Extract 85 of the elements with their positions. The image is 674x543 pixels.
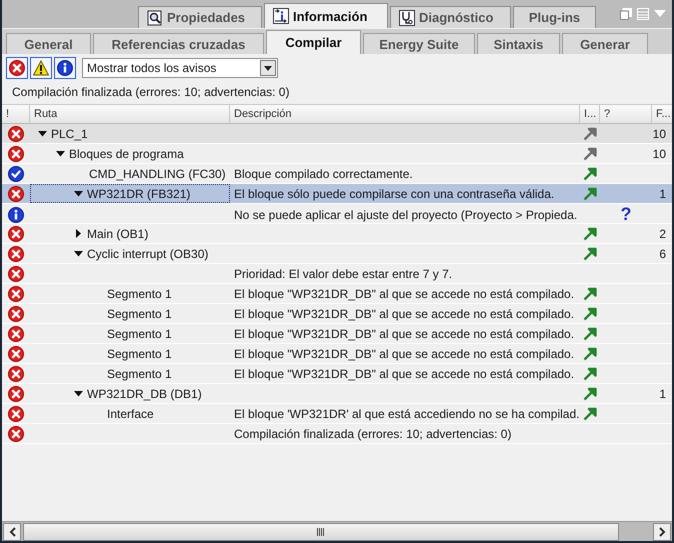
inspector-tab[interactable]: Información bbox=[264, 3, 388, 28]
message-text: No se puede aplicar el ajuste del proyecto (Proyecto > Propieda. bbox=[234, 208, 578, 222]
go-to-arrow-icon[interactable] bbox=[583, 386, 597, 400]
column-header[interactable]: F... bbox=[652, 105, 672, 123]
tree-item[interactable]: Bloques de programa bbox=[69, 146, 184, 160]
grip-icon bbox=[317, 528, 325, 536]
message-text: Prioridad: El valor debe estar entre 7 y 7. bbox=[234, 266, 452, 280]
tree-item[interactable]: Main (OB1) bbox=[87, 226, 148, 240]
tab[interactable]: Compilar bbox=[266, 30, 361, 54]
message-text: Compilación finalizada (errores: 10; advertencias: 0) bbox=[234, 426, 512, 440]
tree-item[interactable]: WP321DR (FB321) bbox=[87, 186, 190, 200]
tree-item[interactable]: Segmento 1 bbox=[107, 286, 172, 300]
info-arrows-icon bbox=[273, 8, 289, 24]
go-to-arrow-icon[interactable] bbox=[583, 286, 597, 300]
collapse-triangle-icon[interactable] bbox=[56, 150, 65, 156]
magnifier-document-icon bbox=[147, 10, 163, 26]
collapse-triangle-icon[interactable] bbox=[74, 250, 83, 256]
tree-item[interactable]: Segmento 1 bbox=[107, 306, 172, 320]
scroll-right-button[interactable] bbox=[653, 522, 671, 540]
go-to-arrow-icon[interactable] bbox=[583, 246, 597, 260]
tab[interactable]: Generar bbox=[562, 33, 648, 54]
inspector-tab[interactable]: Propiedades bbox=[138, 6, 262, 28]
info-icon bbox=[57, 60, 73, 76]
message-text: El bloque "WP321DR_DB" al que se accede no está compilado. bbox=[234, 366, 574, 380]
error-icon bbox=[9, 60, 25, 76]
count-text: 1 bbox=[659, 186, 666, 200]
expand-triangle-icon[interactable] bbox=[74, 229, 83, 238]
count-text: 2 bbox=[659, 226, 666, 240]
tree-item[interactable]: CMD_HANDLING (FC30) bbox=[89, 166, 226, 180]
dropdown-caret-icon bbox=[264, 66, 272, 70]
message-text: El bloque "WP321DR_DB" al que se accede no está compilado. bbox=[234, 306, 574, 320]
scrollbar-thumb[interactable] bbox=[23, 522, 619, 540]
column-header[interactable]: ! bbox=[2, 105, 30, 123]
go-to-arrow-icon[interactable] bbox=[583, 186, 597, 200]
inspector-tab[interactable]: Diagnóstico bbox=[390, 6, 511, 28]
tree-item[interactable]: Segmento 1 bbox=[107, 346, 172, 360]
inspector-tab[interactable]: Plug-ins bbox=[513, 6, 596, 28]
collapse-triangle-icon[interactable] bbox=[74, 390, 83, 396]
count-text: 1 bbox=[659, 386, 666, 400]
chevron-right-icon bbox=[658, 526, 666, 536]
tab[interactable]: Energy Suite bbox=[363, 33, 475, 54]
column-header[interactable]: Descripción bbox=[230, 105, 580, 123]
scroll-left-button[interactable] bbox=[3, 522, 21, 540]
tree-item[interactable]: Segmento 1 bbox=[107, 366, 172, 380]
tab[interactable]: Sintaxis bbox=[477, 33, 560, 54]
go-to-arrow-icon[interactable] bbox=[583, 366, 597, 380]
message-text: El bloque sólo puede compilarse con una contraseña válida. bbox=[234, 186, 554, 200]
selected-row[interactable]: WP321DR (FB321) El bloque sólo puede compilarse con una contraseña válida. 1 bbox=[2, 184, 672, 204]
tree-item[interactable]: Interface bbox=[107, 406, 154, 420]
tab[interactable]: General bbox=[6, 33, 91, 54]
go-to-arrow-icon[interactable] bbox=[583, 406, 597, 420]
count-text: 10 bbox=[652, 146, 666, 160]
go-to-arrow-icon[interactable] bbox=[583, 346, 597, 360]
go-to-arrow-icon[interactable] bbox=[583, 166, 597, 180]
go-to-arrow-icon[interactable] bbox=[583, 306, 597, 320]
warning-filter-button[interactable] bbox=[30, 57, 52, 79]
count-text: 6 bbox=[659, 246, 666, 260]
error-filter-button[interactable] bbox=[6, 57, 28, 79]
collapse-triangle-icon[interactable] bbox=[38, 130, 47, 136]
filter-dropdown[interactable]: Mostrar todos los avisos bbox=[82, 58, 278, 78]
tree-item[interactable]: Cyclic interrupt (OB30) bbox=[87, 246, 208, 260]
message-text: El bloque "WP321DR_DB" al que se accede no está compilado. bbox=[234, 286, 574, 300]
column-header[interactable]: ? bbox=[600, 105, 652, 123]
restore-window-icon[interactable] bbox=[620, 8, 632, 20]
error-icon bbox=[8, 186, 24, 202]
collapse-triangle-icon[interactable] bbox=[74, 190, 83, 196]
tree-item[interactable]: PLC_1 bbox=[51, 126, 88, 140]
message-text: El bloque "WP321DR_DB" al que se accede no está compilado. bbox=[234, 326, 574, 340]
tree-item[interactable]: Segmento 1 bbox=[107, 326, 172, 340]
help-link[interactable]: ? bbox=[620, 204, 632, 225]
column-header[interactable]: I... bbox=[580, 105, 600, 123]
go-to-arrow-icon[interactable] bbox=[583, 326, 597, 340]
tab[interactable]: Referencias cruzadas bbox=[93, 33, 264, 54]
column-header[interactable]: Ruta bbox=[30, 105, 230, 123]
chevron-left-icon bbox=[8, 526, 16, 536]
status-text: Compilación finalizada (errores: 10; advertencias: 0) bbox=[11, 84, 290, 101]
message-text: El bloque 'WP321DR' al que está accediendo no se ha compilad. bbox=[234, 406, 580, 420]
message-text: Bloque compilado correctamente. bbox=[234, 166, 413, 180]
warning-icon bbox=[33, 60, 49, 76]
info-filter-button[interactable] bbox=[54, 57, 76, 79]
tree-item[interactable]: WP321DR_DB (DB1) bbox=[87, 386, 202, 400]
go-to-arrow-icon[interactable] bbox=[583, 226, 597, 240]
stethoscope-icon bbox=[399, 10, 415, 26]
message-text: El bloque "WP321DR_DB" al que se accede no está compilado. bbox=[234, 346, 574, 360]
count-text: 10 bbox=[652, 126, 666, 140]
